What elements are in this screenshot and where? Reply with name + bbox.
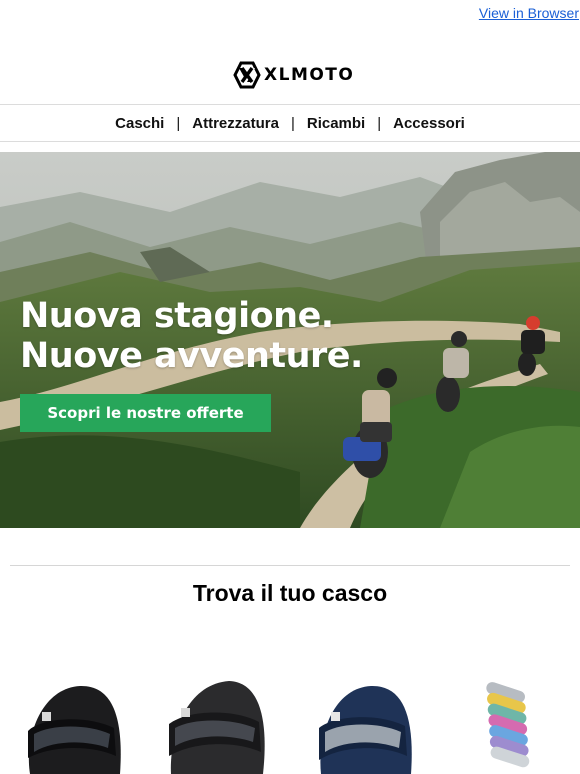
nav-item-caschi[interactable]: Caschi <box>113 115 166 132</box>
product-visors[interactable] <box>456 676 566 774</box>
helmet-image <box>319 685 412 774</box>
brand-name: XLMOTO <box>264 65 355 85</box>
product-helmet[interactable] <box>20 676 130 774</box>
helmet-image <box>169 681 265 774</box>
shop-offers-button[interactable]: Scopri le nostre offerte <box>20 394 271 432</box>
section-divider <box>10 565 570 566</box>
nav-item-attrezzatura[interactable]: Attrezzatura <box>190 115 281 132</box>
nav-separator: | <box>377 114 382 132</box>
nav-separator: | <box>176 114 181 132</box>
product-helmet[interactable] <box>313 676 423 774</box>
xlmoto-logo-icon <box>233 61 261 89</box>
hero-title: Nuova stagione. Nuove avventure. <box>20 296 363 376</box>
nav-item-accessori[interactable]: Accessori <box>391 115 467 132</box>
helmet-image <box>28 685 121 774</box>
top-bar: View in Browser <box>0 0 580 30</box>
helmet-products-row <box>0 676 580 774</box>
nav-separator: | <box>290 114 295 132</box>
nav-item-ricambi[interactable]: Ricambi <box>305 115 367 132</box>
brand-logo[interactable]: XLMOTO <box>232 60 354 90</box>
product-helmet[interactable] <box>163 676 273 774</box>
hero-title-line: Nuove avventure. <box>20 336 363 376</box>
hero-title-line: Nuova stagione. <box>20 296 334 336</box>
visors-image <box>486 682 530 768</box>
section-title: Trova il tuo casco <box>192 580 388 606</box>
view-in-browser-link[interactable]: View in Browser <box>479 5 579 21</box>
main-nav: Caschi | Attrezzatura | Ricambi | Access… <box>0 104 580 142</box>
hero-banner[interactable]: Nuova stagione. Nuove avventure. Scopri … <box>0 152 580 528</box>
